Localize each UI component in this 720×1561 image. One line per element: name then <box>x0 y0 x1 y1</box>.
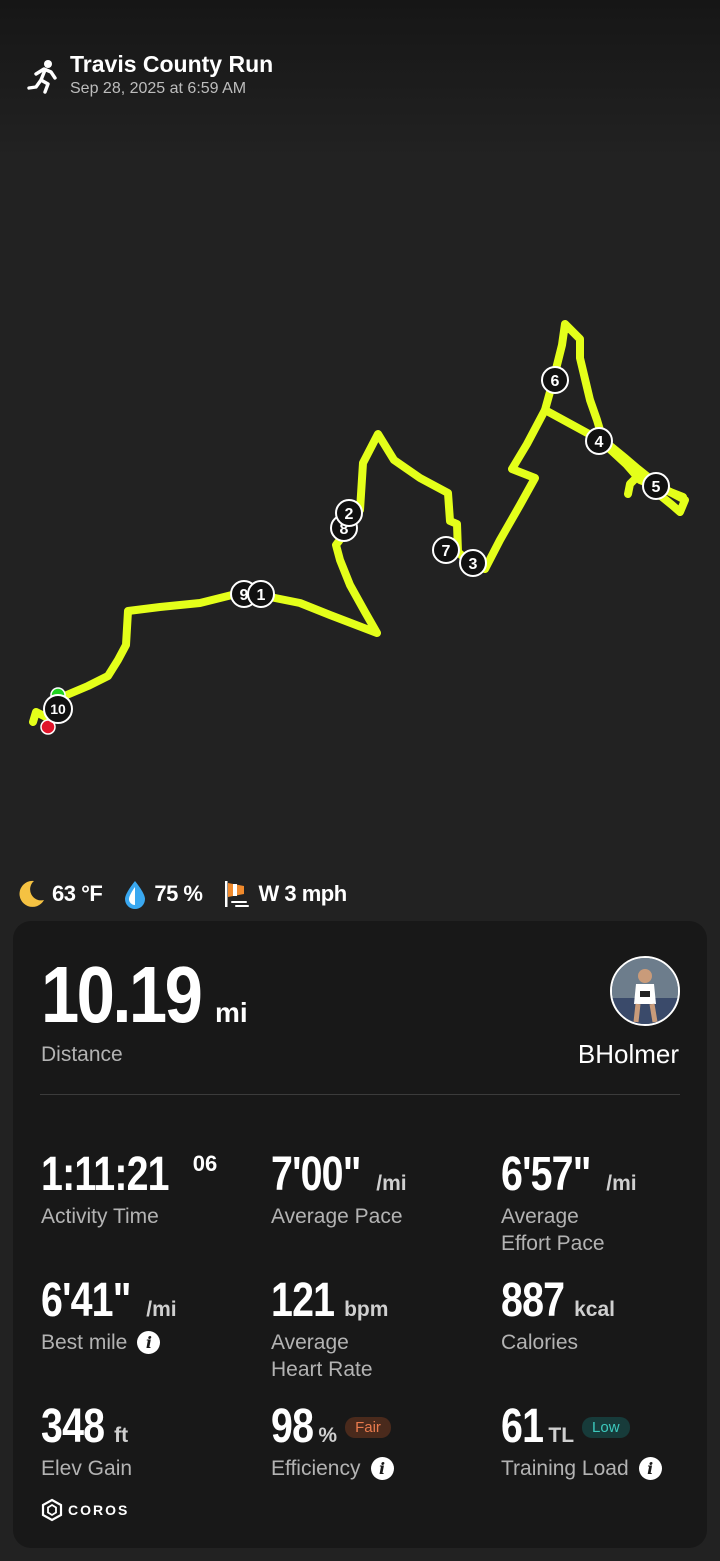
coros-hexagon-icon <box>41 1498 63 1522</box>
efficiency-label-row: Efficiency i <box>271 1455 481 1482</box>
mile-marker-label: 1 <box>257 587 266 604</box>
stat-best-mile: 6'41" /mi Best mile i <box>41 1275 251 1356</box>
activity-time-value: 1:11:21 <box>41 1148 170 1201</box>
activity-header: Travis County Run Sep 28, 2025 at 6:59 A… <box>24 50 273 98</box>
mile-marker-label: 5 <box>652 479 661 496</box>
info-icon[interactable]: i <box>370 1457 394 1480</box>
calories-value: 887 <box>501 1274 565 1327</box>
mile-marker: 7 <box>432 536 460 564</box>
elev-gain-value: 348 <box>41 1400 105 1453</box>
average-pace-value: 7'00" <box>271 1148 361 1201</box>
elev-gain-unit: ft <box>114 1424 129 1447</box>
mile-marker: 1 <box>247 580 275 608</box>
efficiency-value: 98 <box>271 1400 314 1453</box>
elev-gain-label: Elev Gain <box>41 1457 133 1480</box>
humidity-text: 75 % <box>154 881 203 906</box>
brand-name: COROS <box>68 1502 130 1518</box>
mile-marker-label: 6 <box>551 373 560 390</box>
wind-text: W 3 mph <box>258 881 347 906</box>
stat-elev-gain: 348 ft Elev Gain <box>41 1401 251 1482</box>
mile-marker-label: 7 <box>442 543 451 560</box>
username[interactable]: BHolmer <box>578 1039 679 1070</box>
training-load-unit: TL <box>548 1424 575 1447</box>
moon-icon <box>19 880 44 907</box>
weather-bar: 63 °F 75 % W 3 mph <box>14 876 367 912</box>
training-load-label: Training Load <box>501 1457 629 1480</box>
coros-logo: COROS <box>40 1498 129 1522</box>
mile-marker-label: 2 <box>345 506 354 523</box>
best-mile-value: 6'41" <box>41 1274 131 1327</box>
best-mile-label-row: Best mile i <box>41 1329 251 1356</box>
mile-marker: 3 <box>459 549 487 577</box>
stat-efficiency: 98 % Fair Efficiency i <box>271 1401 481 1482</box>
stat-average-effort-pace: 6'57" /mi Average Effort Pace <box>501 1149 711 1257</box>
wind-sock-icon <box>225 881 250 907</box>
weather-humidity: 75 % <box>122 879 203 909</box>
humidity-drop-icon <box>125 881 146 909</box>
training-load-value: 61 <box>501 1400 544 1453</box>
info-icon[interactable]: i <box>638 1457 662 1480</box>
stat-average-pace: 7'00" /mi Average Pace <box>271 1149 481 1230</box>
calories-label: Calories <box>501 1331 579 1354</box>
stat-activity-time: 1:11:21 06 Activity Time <box>41 1149 251 1230</box>
efficiency-badge: Fair <box>345 1416 391 1438</box>
avatar-image <box>612 958 678 1024</box>
efficiency-label: Efficiency <box>271 1457 361 1480</box>
stat-calories: 887 kcal Calories <box>501 1275 711 1356</box>
mile-marker: 6 <box>541 366 569 394</box>
average-heart-rate-value: 121 <box>271 1274 335 1327</box>
average-effort-pace-label-1: Average <box>501 1205 579 1228</box>
weather-wind: W 3 mph <box>222 879 347 909</box>
distance-value: 10.19 <box>41 950 203 1039</box>
average-heart-rate-label-2: Heart Rate <box>271 1358 373 1381</box>
activity-time-hundredths: 06 <box>192 1151 218 1176</box>
efficiency-unit: % <box>318 1424 338 1447</box>
mile-marker-label: 4 <box>595 434 604 451</box>
mile-marker: 4 <box>585 427 613 455</box>
average-heart-rate-unit: bpm <box>344 1298 389 1321</box>
average-heart-rate-label-1: Average <box>271 1331 349 1354</box>
average-effort-pace-unit: /mi <box>606 1172 637 1195</box>
divider <box>40 1094 680 1095</box>
mile-marker-label: 10 <box>50 701 66 717</box>
stat-training-load: 61 TL Low Training Load i <box>501 1401 711 1482</box>
mile-marker: 2 <box>335 499 363 527</box>
activity-title: Travis County Run <box>70 51 274 77</box>
running-icon <box>27 60 57 94</box>
average-pace-label: Average Pace <box>271 1205 403 1228</box>
temperature-text: 63 °F <box>52 881 103 906</box>
info-icon[interactable]: i <box>137 1331 161 1354</box>
stat-average-heart-rate: 121 bpm Average Heart Rate <box>271 1275 481 1383</box>
activity-datetime: Sep 28, 2025 at 6:59 AM <box>70 80 247 97</box>
average-effort-pace-label-2: Effort Pace <box>501 1232 605 1255</box>
training-load-label-row: Training Load i <box>501 1455 711 1482</box>
training-load-badge: Low <box>582 1416 630 1438</box>
calories-unit: kcal <box>574 1298 615 1321</box>
route-path <box>29 320 689 726</box>
mile-marker: 5 <box>642 472 670 500</box>
mile-marker: 10 <box>43 694 73 724</box>
distance-label: Distance <box>41 1043 123 1066</box>
average-effort-pace-value: 6'57" <box>501 1148 591 1201</box>
weather-temperature: 63 °F <box>14 878 103 910</box>
mile-marker-label: 3 <box>469 556 478 573</box>
best-mile-label: Best mile <box>41 1331 128 1354</box>
activity-time-label: Activity Time <box>41 1205 159 1228</box>
best-mile-unit: /mi <box>146 1298 177 1321</box>
route-map[interactable]: 9 1 8 2 7 3 6 4 5 10 <box>0 300 720 750</box>
summary-card: 10.19 mi Distance BHolmer 1:11:21 06 Act… <box>13 921 707 1548</box>
average-pace-unit: /mi <box>376 1172 407 1195</box>
distance-unit: mi <box>215 997 248 1028</box>
avatar[interactable] <box>610 956 680 1026</box>
